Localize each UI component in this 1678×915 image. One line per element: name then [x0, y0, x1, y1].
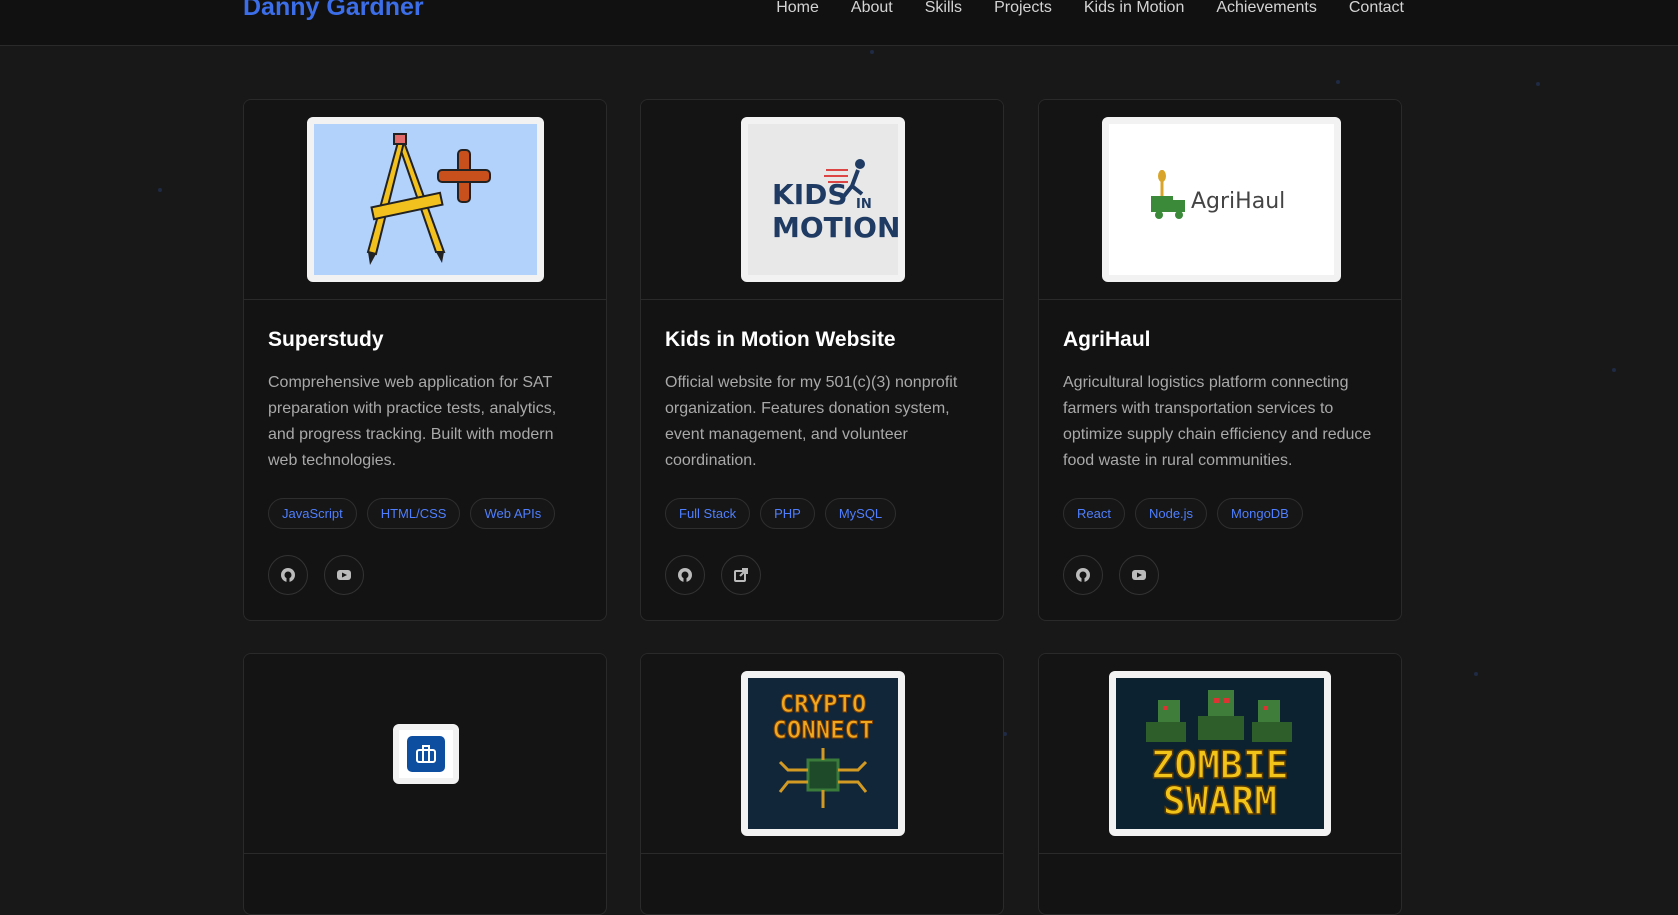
briefcase-icon: [416, 745, 436, 763]
agrihaul-logo: AgriHaul: [1151, 170, 1285, 219]
logo-text-agrihaul: AgriHaul: [1191, 189, 1285, 214]
superstudy-thumbnail: [307, 117, 544, 282]
navbar: Danny Gardner Home About Skills Projects…: [0, 0, 1678, 46]
nav-about[interactable]: About: [851, 0, 893, 17]
github-link-button[interactable]: [1063, 555, 1103, 595]
project-title: Superstudy: [268, 328, 384, 351]
background-star: [1474, 672, 1478, 676]
project-links: [268, 555, 582, 595]
project-description: Agricultural logistics platform connecti…: [1063, 374, 1372, 469]
nav-projects[interactable]: Projects: [994, 0, 1052, 17]
crypto-connect-logo: CRYPTO CONNECT: [772, 690, 874, 808]
project-description: Comprehensive web application for SAT pr…: [268, 374, 557, 469]
project-description: Official website for my 501(c)(3) nonpro…: [665, 374, 958, 469]
github-icon: [678, 568, 692, 582]
external-link-button[interactable]: [721, 555, 761, 595]
tech-tags: Full Stack PHP MySQL: [665, 498, 979, 529]
tech-tags: JavaScript HTML/CSS Web APIs: [268, 498, 582, 529]
nav-contact[interactable]: Contact: [1349, 0, 1404, 17]
project-title: Kids in Motion Website: [665, 328, 896, 351]
kids-in-motion-logo: KIDS IN MOTION: [772, 159, 898, 244]
background-star: [1612, 368, 1616, 372]
youtube-link-button[interactable]: [324, 555, 364, 595]
project-card-zombie-swarm: ZOMBIE SWARM: [1038, 653, 1402, 915]
crypto-connect-thumbnail: CRYPTO CONNECT: [741, 671, 905, 836]
nav-home[interactable]: Home: [776, 0, 819, 17]
tech-tag: MongoDB: [1217, 498, 1303, 529]
logo-text-swarm: SWARM: [1163, 779, 1277, 823]
zombie-swarm-thumbnail: ZOMBIE SWARM: [1109, 671, 1331, 836]
project-image-area: CRYPTO CONNECT: [641, 654, 1003, 854]
kids-in-motion-thumbnail: KIDS IN MOTION: [741, 117, 905, 282]
project-links: [665, 555, 979, 595]
project-image-area: AgriHaul: [1039, 100, 1401, 300]
background-star: [1536, 82, 1540, 86]
background-star: [158, 188, 162, 192]
project-image-area: [244, 654, 606, 854]
background-star: [1336, 80, 1340, 84]
project-card-superstudy: Superstudy Comprehensive web application…: [243, 99, 607, 621]
tech-tags: React Node.js MongoDB: [1063, 498, 1377, 529]
briefcase-icon-badge: [407, 736, 445, 772]
a-plus-pencil-icon: [366, 133, 491, 265]
github-link-button[interactable]: [268, 555, 308, 595]
project-card-placeholder: [243, 653, 607, 915]
github-icon: [1076, 568, 1090, 582]
nav-skills[interactable]: Skills: [925, 0, 962, 17]
tech-tag: HTML/CSS: [366, 498, 461, 529]
project-title: AgriHaul: [1063, 328, 1151, 351]
youtube-link-button[interactable]: [1119, 555, 1159, 595]
project-image-area: KIDS IN MOTION: [641, 100, 1003, 300]
project-image-area: ZOMBIE SWARM: [1039, 654, 1401, 854]
tech-tag: PHP: [760, 498, 815, 529]
zombie-swarm-logo: ZOMBIE SWARM: [1146, 690, 1292, 824]
tech-tag: Node.js: [1134, 498, 1208, 529]
youtube-icon: [1132, 570, 1146, 580]
nav-kids-in-motion[interactable]: Kids in Motion: [1084, 0, 1185, 17]
tech-tag: Web APIs: [470, 498, 556, 529]
tech-tag: Full Stack: [665, 498, 751, 529]
logo-text-connect: CONNECT: [772, 716, 873, 744]
logo-text-motion: MOTION: [772, 211, 898, 244]
youtube-icon: [337, 570, 351, 580]
github-icon: [281, 568, 295, 582]
project-image-area: [244, 100, 606, 300]
tech-tag: MySQL: [824, 498, 897, 529]
logo-text-crypto: CRYPTO: [780, 690, 867, 718]
project-links: [1063, 555, 1377, 595]
logo-text-in: IN: [856, 197, 872, 212]
project-card-kids-in-motion: KIDS IN MOTION Kids in Motion Website Of…: [640, 99, 1004, 621]
project-card-agrihaul: AgriHaul AgriHaul Agricultural logistics…: [1038, 99, 1402, 621]
brand-logo[interactable]: Danny Gardner: [243, 0, 424, 22]
tech-tag: JavaScript: [268, 498, 357, 529]
agrihaul-thumbnail: AgriHaul: [1102, 117, 1341, 282]
tech-tag: React: [1063, 498, 1125, 529]
briefcase-thumbnail: [393, 724, 459, 784]
nav-achievements[interactable]: Achievements: [1216, 0, 1317, 17]
project-card-crypto-connect: CRYPTO CONNECT: [640, 653, 1004, 915]
github-link-button[interactable]: [665, 555, 705, 595]
external-link-icon: [734, 568, 748, 582]
background-star: [870, 50, 874, 54]
nav-menu: Home About Skills Projects Kids in Motio…: [776, 0, 1404, 17]
